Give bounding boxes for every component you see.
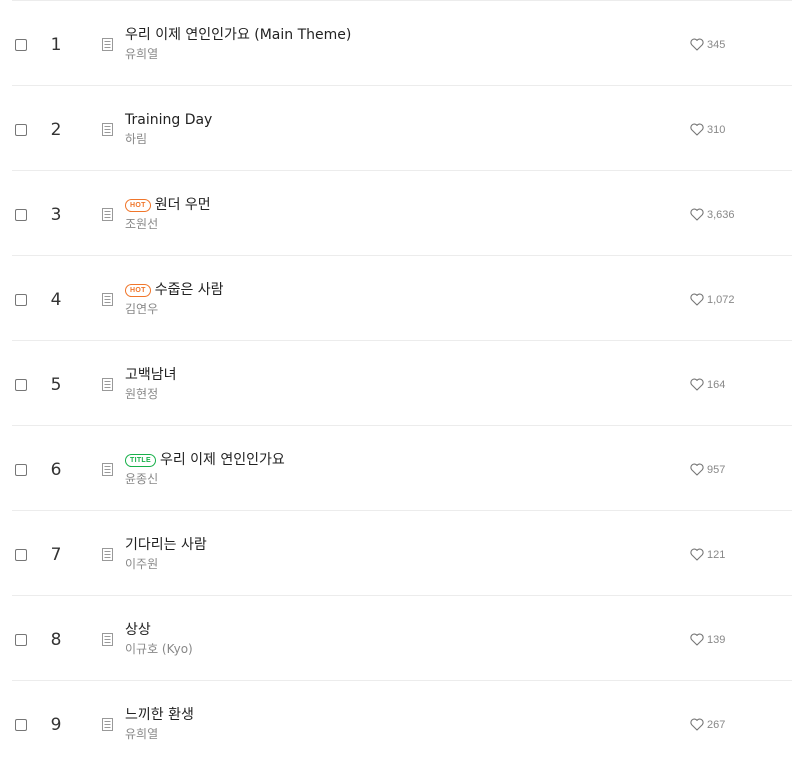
track-number: 4 [50, 290, 62, 310]
heart-icon [690, 208, 704, 221]
track-select-checkbox[interactable] [15, 209, 27, 221]
track-artist[interactable]: 이주원 [125, 556, 672, 572]
like-count: 345 [707, 38, 726, 51]
track-info: 상상 이규호 (Kyo) [125, 620, 672, 657]
track-info: TITLE 우리 이제 연인인가요 윤종신 [125, 450, 672, 487]
like-button[interactable]: 121 [690, 548, 725, 561]
track-number: 8 [50, 630, 62, 650]
track-number: 2 [50, 120, 62, 140]
track-select-checkbox[interactable] [15, 124, 27, 136]
lyrics-icon[interactable] [102, 378, 113, 391]
track-number: 5 [50, 375, 62, 395]
title-track-badge: TITLE [125, 453, 156, 467]
like-count: 957 [707, 463, 726, 476]
heart-icon [690, 293, 704, 306]
track-select-checkbox[interactable] [15, 719, 27, 731]
track-list: 1 우리 이제 연인인가요 (Main Theme) 유희열 345 2 Tra… [12, 0, 792, 765]
lyrics-icon[interactable] [102, 633, 113, 646]
track-number: 3 [50, 205, 62, 225]
track-row: 3 HOT 원더 우먼 조원선 3,636 [12, 171, 792, 256]
lyrics-icon[interactable] [102, 123, 113, 136]
like-count: 1,072 [707, 293, 735, 306]
like-count: 267 [707, 718, 726, 731]
heart-icon [690, 378, 704, 391]
like-button[interactable]: 3,636 [690, 208, 735, 221]
heart-icon [690, 38, 704, 51]
track-title[interactable]: 고백남녀 [125, 365, 177, 385]
lyrics-icon[interactable] [102, 38, 113, 51]
track-number: 1 [50, 35, 62, 55]
track-select-checkbox[interactable] [15, 634, 27, 646]
like-count: 3,636 [707, 208, 735, 221]
track-title[interactable]: 우리 이제 연인인가요 [160, 450, 285, 470]
track-artist[interactable]: 하림 [125, 131, 672, 147]
track-row: 6 TITLE 우리 이제 연인인가요 윤종신 957 [12, 426, 792, 511]
track-info: 고백남녀 원현정 [125, 365, 672, 402]
like-button[interactable]: 957 [690, 463, 725, 476]
track-artist[interactable]: 조원선 [125, 216, 672, 232]
track-info: HOT 원더 우먼 조원선 [125, 195, 672, 232]
track-info: 기다리는 사람 이주원 [125, 535, 672, 572]
track-row: 4 HOT 수줍은 사람 김연우 1,072 [12, 256, 792, 341]
heart-icon [690, 718, 704, 731]
track-artist[interactable]: 김연우 [125, 301, 672, 317]
like-button[interactable]: 1,072 [690, 293, 735, 306]
track-select-checkbox[interactable] [15, 39, 27, 51]
heart-icon [690, 548, 704, 561]
track-artist[interactable]: 원현정 [125, 386, 672, 402]
track-info: HOT 수줍은 사람 김연우 [125, 280, 672, 317]
track-row: 1 우리 이제 연인인가요 (Main Theme) 유희열 345 [12, 1, 792, 86]
like-count: 310 [707, 123, 726, 136]
lyrics-icon[interactable] [102, 548, 113, 561]
track-title[interactable]: 기다리는 사람 [125, 535, 207, 555]
track-row: 2 Training Day 하림 310 [12, 86, 792, 171]
lyrics-icon[interactable] [102, 718, 113, 731]
track-artist[interactable]: 윤종신 [125, 471, 672, 487]
lyrics-icon[interactable] [102, 208, 113, 221]
like-button[interactable]: 139 [690, 633, 725, 646]
like-button[interactable]: 164 [690, 378, 725, 391]
track-artist[interactable]: 유희열 [125, 726, 672, 742]
track-info: 우리 이제 연인인가요 (Main Theme) 유희열 [125, 25, 672, 62]
track-row: 9 느끼한 환생 유희열 267 [12, 681, 792, 765]
heart-icon [690, 463, 704, 476]
track-title[interactable]: 수줍은 사람 [155, 280, 224, 300]
like-count: 121 [707, 548, 726, 561]
track-number: 6 [50, 460, 62, 480]
track-title[interactable]: 우리 이제 연인인가요 (Main Theme) [125, 25, 351, 45]
heart-icon [690, 633, 704, 646]
track-select-checkbox[interactable] [15, 464, 27, 476]
lyrics-icon[interactable] [102, 293, 113, 306]
like-button[interactable]: 345 [690, 38, 725, 51]
lyrics-icon[interactable] [102, 463, 113, 476]
like-button[interactable]: 310 [690, 123, 725, 136]
track-select-checkbox[interactable] [15, 379, 27, 391]
track-title[interactable]: Training Day [125, 110, 212, 130]
track-title[interactable]: 느끼한 환생 [125, 705, 194, 725]
heart-icon [690, 123, 704, 136]
track-info: Training Day 하림 [125, 110, 672, 147]
track-title[interactable]: 상상 [125, 620, 151, 640]
hot-badge: HOT [125, 283, 151, 297]
track-number: 7 [50, 545, 62, 565]
like-count: 164 [707, 378, 726, 391]
track-row: 8 상상 이규호 (Kyo) 139 [12, 596, 792, 681]
track-row: 5 고백남녀 원현정 164 [12, 341, 792, 426]
track-select-checkbox[interactable] [15, 549, 27, 561]
track-row: 7 기다리는 사람 이주원 121 [12, 511, 792, 596]
track-select-checkbox[interactable] [15, 294, 27, 306]
track-artist[interactable]: 유희열 [125, 46, 672, 62]
like-count: 139 [707, 633, 726, 646]
like-button[interactable]: 267 [690, 718, 725, 731]
track-title[interactable]: 원더 우먼 [155, 195, 211, 215]
track-artist[interactable]: 이규호 (Kyo) [125, 641, 672, 657]
hot-badge: HOT [125, 198, 151, 212]
track-number: 9 [50, 715, 62, 735]
track-info: 느끼한 환생 유희열 [125, 705, 672, 742]
